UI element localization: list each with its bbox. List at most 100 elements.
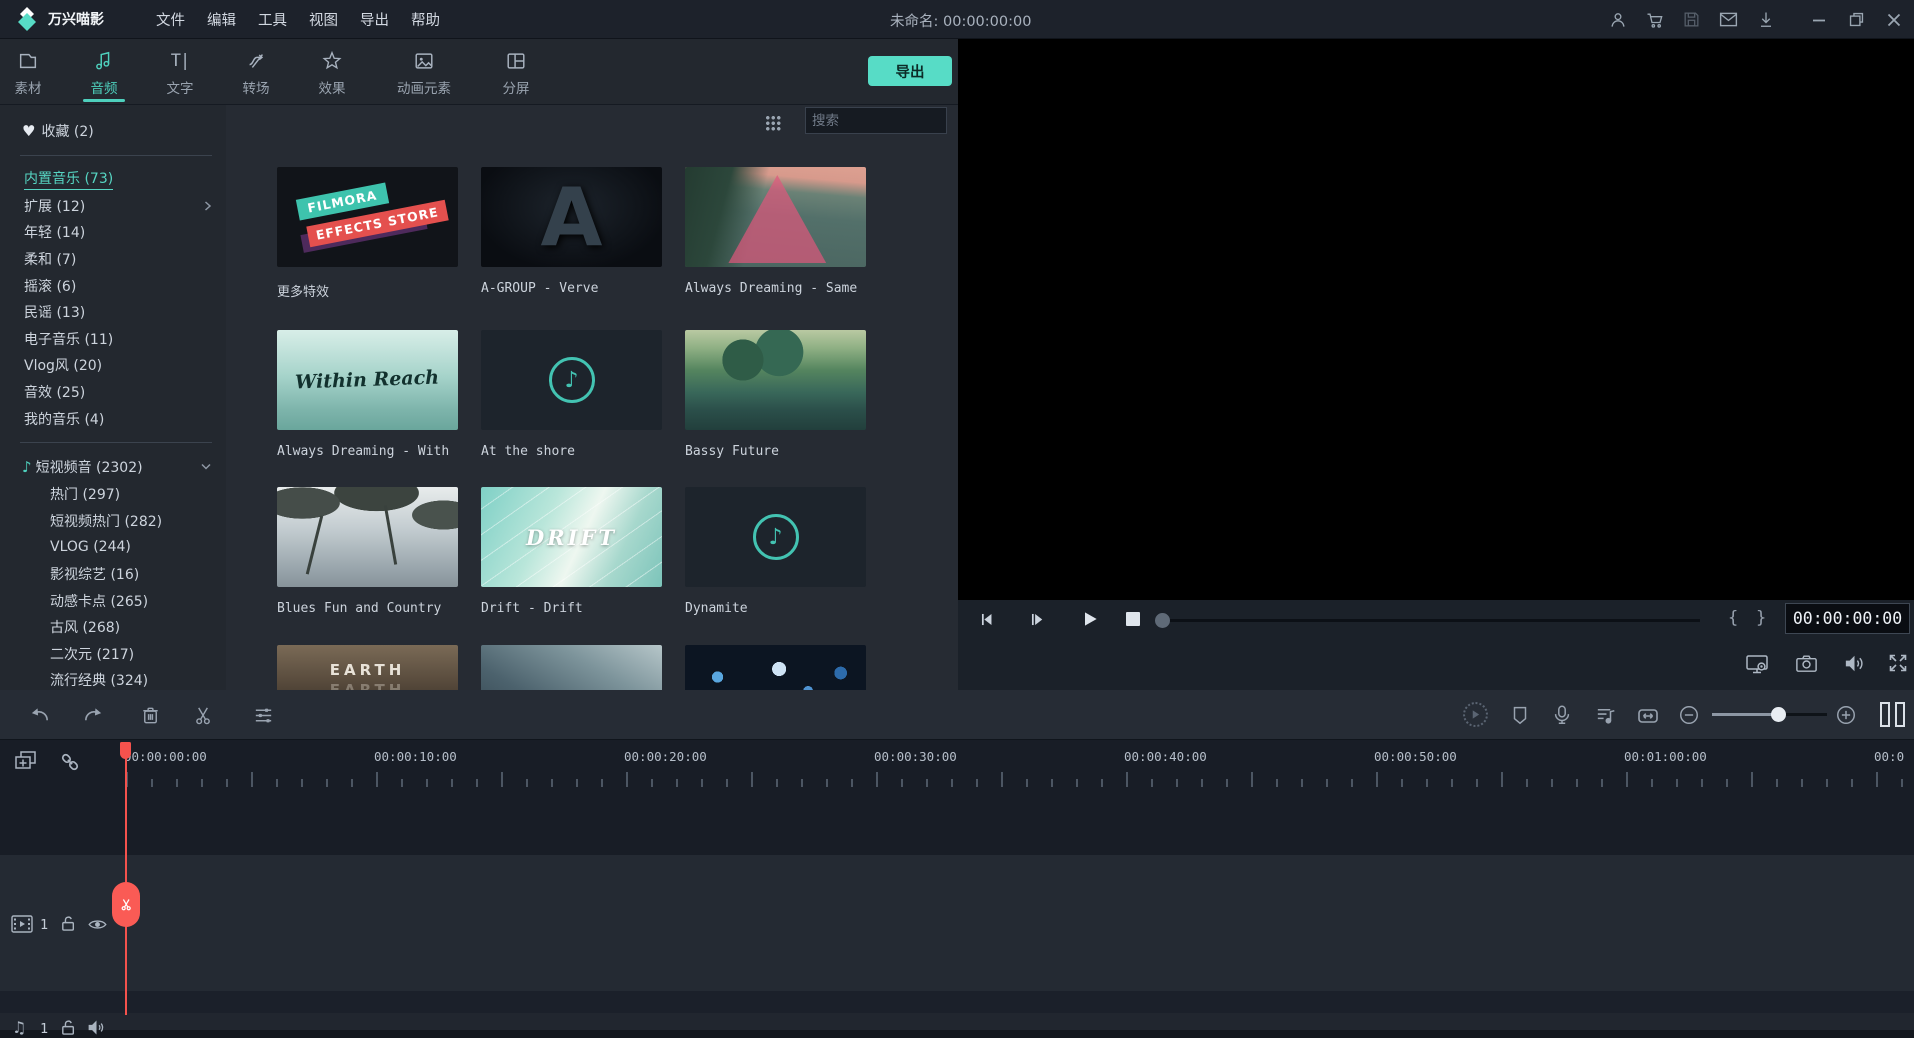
- sidebar-item[interactable]: 短视频热门 (282): [0, 508, 226, 535]
- next-frame-button[interactable]: [1028, 610, 1047, 629]
- tab-splitscreen[interactable]: 分屏: [488, 39, 544, 104]
- unlock-icon[interactable]: [58, 913, 79, 934]
- playhead-handle[interactable]: [120, 742, 131, 759]
- zoom-fit-icon[interactable]: [1636, 704, 1660, 728]
- sidebar-item[interactable]: 音效 (25): [0, 379, 226, 406]
- playhead-line[interactable]: [125, 742, 127, 1015]
- zoom-in-icon[interactable]: [1835, 704, 1857, 726]
- redo-button[interactable]: [82, 704, 105, 727]
- music-card[interactable]: [685, 645, 866, 690]
- sidebar-item-extended[interactable]: 扩展 (12): [0, 193, 226, 220]
- sidebar-item[interactable]: 年轻 (14): [0, 219, 226, 246]
- sidebar-item[interactable]: 影视综艺 (16): [0, 561, 226, 588]
- split-screen-icon: [505, 48, 527, 74]
- card-title: At the shore: [481, 444, 662, 459]
- menu-edit[interactable]: 编辑: [207, 9, 236, 30]
- restore-icon[interactable]: [1848, 11, 1865, 28]
- sidebar-item[interactable]: 古风 (268): [0, 614, 226, 641]
- scissors-icon[interactable]: [192, 704, 215, 727]
- seek-bar[interactable]: [1155, 619, 1700, 622]
- audio-track[interactable]: ♫ 1: [0, 1013, 1914, 1030]
- menu-tools[interactable]: 工具: [258, 9, 287, 30]
- seek-handle[interactable]: [1155, 613, 1170, 628]
- tab-effects[interactable]: 效果: [304, 39, 360, 104]
- music-card[interactable]: [481, 645, 662, 690]
- sidebar-item[interactable]: 民谣 (13): [0, 299, 226, 326]
- menu-view[interactable]: 视图: [309, 9, 338, 30]
- mic-icon[interactable]: [1551, 704, 1573, 726]
- tab-text[interactable]: T| 文字: [152, 39, 208, 104]
- sidebar-item[interactable]: Vlog风 (20): [0, 352, 226, 379]
- tab-elements[interactable]: 动画元素: [380, 39, 468, 104]
- cart-icon[interactable]: [1645, 10, 1665, 30]
- eye-icon[interactable]: [86, 914, 109, 935]
- music-card[interactable]: Bassy Future: [685, 330, 866, 459]
- mark-in-icon[interactable]: {: [1728, 608, 1738, 628]
- ruler-label: 00:0: [1874, 749, 1904, 764]
- sidebar-divider: [20, 442, 212, 443]
- zoom-slider[interactable]: [1712, 713, 1827, 716]
- music-card[interactable]: DRIFT Drift - Drift: [481, 487, 662, 616]
- sidebar-item[interactable]: 电子音乐 (11): [0, 326, 226, 353]
- timeline-ruler[interactable]: 00:00:00:00 00:00:10:00 00:00:20:00 00:0…: [0, 742, 1914, 790]
- display-settings-icon[interactable]: [1744, 651, 1770, 677]
- save-icon[interactable]: [1682, 10, 1701, 29]
- music-card[interactable]: Always Dreaming - Same: [685, 167, 866, 296]
- marker-icon[interactable]: [1509, 704, 1531, 726]
- chevron-down-icon: [200, 462, 212, 471]
- sidebar-item-favorites[interactable]: ♥ 收藏 (2): [0, 117, 226, 145]
- user-icon[interactable]: [1608, 10, 1628, 30]
- grid-view-icon[interactable]: [765, 115, 781, 131]
- titlebar: 万兴喵影 文件 编辑 工具 视图 导出 帮助 未命名: 00:00:00:00: [0, 0, 1914, 39]
- sidebar-item[interactable]: 流行经典 (324): [0, 667, 226, 690]
- zoom-out-icon[interactable]: [1678, 704, 1700, 726]
- prev-frame-button[interactable]: [978, 610, 997, 629]
- tab-transition[interactable]: 转场: [228, 39, 284, 104]
- fullscreen-icon[interactable]: [1886, 651, 1910, 675]
- play-button[interactable]: [1080, 609, 1100, 629]
- sidebar-item[interactable]: VLOG (244): [0, 534, 226, 561]
- undo-button[interactable]: [28, 704, 51, 727]
- mark-out-icon[interactable]: }: [1756, 608, 1766, 628]
- music-card[interactable]: Within Reach Always Dreaming - With: [277, 330, 458, 459]
- quick-split-button[interactable]: [112, 882, 140, 927]
- sidebar-item[interactable]: 摇滚 (6): [0, 272, 226, 299]
- sidebar-item[interactable]: 热门 (297): [0, 481, 226, 508]
- music-card[interactable]: ♪ At the shore: [481, 330, 662, 459]
- adjust-icon[interactable]: [252, 704, 275, 727]
- mail-icon[interactable]: [1718, 9, 1739, 30]
- sidebar-item[interactable]: 二次元 (217): [0, 641, 226, 668]
- speaker-icon[interactable]: [1842, 651, 1867, 676]
- download-icon[interactable]: [1756, 10, 1776, 30]
- music-card[interactable]: EARTH EARTH: [277, 645, 458, 690]
- minimize-icon[interactable]: [1811, 12, 1827, 28]
- audio-mixer-icon[interactable]: [1594, 704, 1617, 727]
- export-button[interactable]: 导出: [868, 56, 952, 86]
- music-card[interactable]: A A-GROUP - Verve: [481, 167, 662, 296]
- sidebar-item[interactable]: 动感卡点 (265): [0, 587, 226, 614]
- music-thumbnail: ♪: [481, 330, 662, 430]
- menu-file[interactable]: 文件: [156, 9, 185, 30]
- render-preview-icon[interactable]: [1463, 702, 1488, 727]
- effects-store-card[interactable]: FILMORA EFFECTS STORE 更多特效: [277, 167, 458, 300]
- trash-icon[interactable]: [139, 704, 162, 727]
- video-track[interactable]: 1: [0, 855, 1914, 991]
- music-card[interactable]: Blues Fun and Country: [277, 487, 458, 616]
- stop-button[interactable]: [1125, 611, 1141, 627]
- sidebar-item[interactable]: 柔和 (7): [0, 246, 226, 273]
- sidebar-group-short-video[interactable]: ♪ 短视频音 (2302): [0, 453, 226, 481]
- menu-export[interactable]: 导出: [360, 9, 389, 30]
- close-icon[interactable]: [1886, 12, 1902, 28]
- panels-icon[interactable]: [1880, 702, 1905, 727]
- sidebar-item[interactable]: 我的音乐 (4): [0, 405, 226, 432]
- tab-audio[interactable]: 音频: [76, 39, 132, 104]
- zoom-slider-handle[interactable]: [1771, 707, 1786, 722]
- tab-media[interactable]: 素材: [0, 39, 56, 104]
- speaker-icon[interactable]: [86, 1017, 107, 1038]
- unlock-icon[interactable]: [58, 1017, 79, 1038]
- snapshot-icon[interactable]: [1794, 651, 1819, 676]
- menu-help[interactable]: 帮助: [411, 9, 440, 30]
- music-card[interactable]: ♪ Dynamite: [685, 487, 866, 616]
- sidebar-item-builtin-music[interactable]: 内置音乐 (73): [0, 166, 226, 193]
- builtin-music-list: 内置音乐 (73) 扩展 (12) 年轻 (14) 柔和 (7) 摇滚 (6) …: [0, 166, 226, 432]
